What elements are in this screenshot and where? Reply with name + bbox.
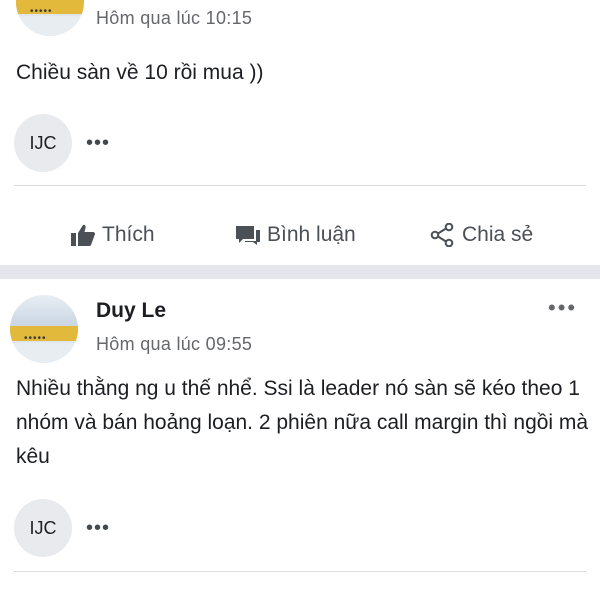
share-label: Chia sẻ [462, 223, 534, 246]
author-avatar[interactable]: ••••• [16, 0, 84, 36]
group-badge[interactable]: IJC [14, 499, 72, 557]
author-avatar[interactable]: ••••• [10, 295, 78, 363]
like-label: Thích [102, 223, 155, 246]
post-content: Nhiều thằng ng u thế nhể. Ssi là leader … [16, 377, 589, 468]
post-card-2: ••••• Duy Le Hôm qua lúc 09:55 ••• Nhiều… [0, 279, 600, 600]
more-dots-icon[interactable]: ••• [86, 518, 110, 538]
author-name[interactable]: Duy Le [96, 299, 166, 323]
more-dots-icon[interactable]: ••• [548, 297, 577, 319]
share-button[interactable]: Chia sẻ [430, 205, 533, 265]
action-bar: Thích Bình luận Chia sẻ [0, 205, 600, 265]
post-time: Hôm qua lúc 09:55 [96, 334, 253, 354]
feed-separator [0, 265, 600, 279]
like-button[interactable]: Thích [70, 205, 155, 265]
comment-icon [236, 226, 260, 245]
share-icon [430, 223, 454, 247]
post-content: Chiều sàn về 10 rồi mua )) [16, 61, 264, 84]
post-card-1: ••••• Hôm qua lúc 10:15 Chiều sàn về 10 … [0, 0, 600, 265]
post-time: Hôm qua lúc 10:15 [96, 8, 253, 28]
divider [14, 571, 586, 572]
comment-label: Bình luận [267, 223, 356, 246]
comment-button[interactable]: Bình luận [235, 205, 356, 265]
divider [14, 185, 586, 186]
group-badge[interactable]: IJC [14, 114, 72, 172]
more-dots-icon[interactable]: ••• [86, 133, 110, 153]
thumbs-up-icon [71, 224, 95, 246]
